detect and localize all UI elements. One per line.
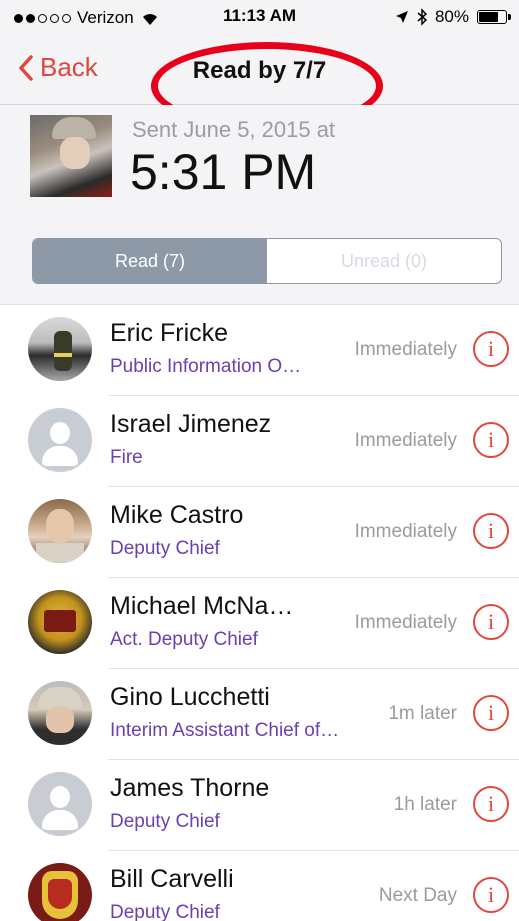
recipient-role: Interim Assistant Chief of… — [110, 720, 340, 741]
sent-date-label: Sent June 5, 2015 at — [132, 117, 336, 142]
info-icon[interactable]: i — [473, 877, 509, 913]
recipient-name: Gino Lucchetti — [110, 683, 270, 711]
tab-read[interactable]: Read (7) — [33, 239, 267, 283]
list-item[interactable]: Gino Lucchetti Interim Assistant Chief o… — [0, 669, 519, 760]
info-icon[interactable]: i — [473, 786, 509, 822]
placeholder-person-icon — [28, 408, 92, 472]
read-time: Immediately — [354, 521, 457, 542]
bluetooth-icon — [417, 8, 427, 26]
recipient-name: Israel Jimenez — [110, 410, 272, 438]
sent-time: 5:31 PM — [130, 144, 317, 200]
recipient-role: Fire — [110, 447, 143, 468]
avatar — [28, 590, 92, 654]
read-time: 1h later — [393, 794, 457, 815]
tab-unread[interactable]: Unread (0) — [267, 239, 501, 283]
status-bar: Verizon 11:13 AM 80% — [0, 0, 519, 38]
recipient-list: Eric Fricke Public Information O… Immedi… — [0, 305, 519, 921]
avatar — [28, 681, 92, 745]
info-icon[interactable]: i — [473, 331, 509, 367]
location-arrow-icon — [395, 11, 408, 23]
read-time: Immediately — [354, 612, 457, 633]
recipient-role: Act. Deputy Chief — [110, 629, 258, 650]
screen: Verizon 11:13 AM 80% Back Read by 7/7 Se… — [0, 0, 519, 921]
battery-icon — [477, 10, 511, 24]
recipient-role: Deputy Chief — [110, 811, 220, 832]
recipient-name: Mike Castro — [110, 501, 244, 529]
list-item[interactable]: Israel Jimenez Fire Immediately i — [0, 396, 519, 487]
read-unread-segmented-control: Read (7) Unread (0) — [32, 238, 502, 284]
status-right: 80% — [395, 7, 511, 27]
info-icon[interactable]: i — [473, 422, 509, 458]
recipient-name: Bill Carvelli — [110, 865, 234, 893]
avatar — [28, 863, 92, 921]
list-item[interactable]: Bill Carvelli Deputy Chief Next Day i — [0, 851, 519, 921]
read-time: Immediately — [354, 339, 457, 360]
recipient-role: Deputy Chief — [110, 902, 220, 921]
read-time: 1m later — [388, 703, 457, 724]
placeholder-person-icon — [28, 772, 92, 836]
info-icon[interactable]: i — [473, 513, 509, 549]
avatar — [28, 317, 92, 381]
battery-percent: 80% — [434, 7, 469, 26]
recipient-name: Michael McNa… — [110, 592, 294, 620]
list-item[interactable]: Eric Fricke Public Information O… Immedi… — [0, 305, 519, 396]
recipient-role: Deputy Chief — [110, 538, 220, 559]
info-icon[interactable]: i — [473, 604, 509, 640]
list-item[interactable]: Michael McNa… Act. Deputy Chief Immediat… — [0, 578, 519, 669]
recipient-name: Eric Fricke — [110, 319, 229, 347]
message-header: Sent June 5, 2015 at 5:31 PM — [0, 105, 519, 222]
list-item[interactable]: James Thorne Deputy Chief 1h later i — [0, 760, 519, 851]
read-time: Next Day — [378, 885, 457, 906]
recipient-role: Public Information O… — [110, 356, 302, 377]
avatar — [28, 499, 92, 563]
navigation-bar: Back Read by 7/7 — [0, 38, 519, 130]
recipient-name: James Thorne — [110, 774, 270, 802]
list-item[interactable]: Mike Castro Deputy Chief Immediately i — [0, 487, 519, 578]
sender-photo — [30, 115, 112, 197]
read-time: Immediately — [354, 430, 457, 451]
info-icon[interactable]: i — [473, 695, 509, 731]
